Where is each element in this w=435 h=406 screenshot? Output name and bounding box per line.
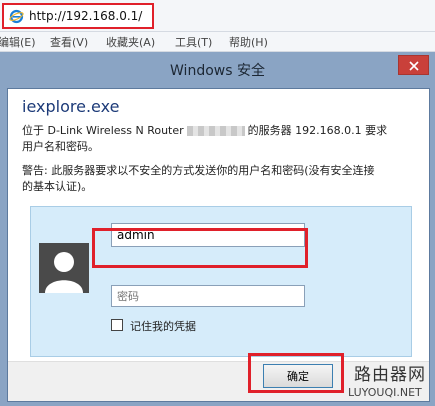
url-text: http://192.168.0.1/ [29,9,143,23]
warning-message: 警告: 此服务器要求以不安全的方式发送你的用户名和密码(没有安全连接 [22,164,375,177]
close-button[interactable] [398,55,429,75]
server-message-suffix: 的服务器 192.168.0.1 要求 [247,124,388,137]
dialog-title-bar[interactable]: Windows 安全 [0,52,435,88]
menu-item-edit[interactable]: 编辑(E) [0,34,36,50]
password-field[interactable] [111,285,305,307]
server-message: 位于 D-Link Wireless N Router 的服务器 192.168.… [22,122,387,138]
server-message-line2: 用户名和密码。 [22,140,99,153]
menu-item-help[interactable]: 帮助(H) [229,34,268,50]
app-name: iexplore.exe [22,97,120,116]
address-bar[interactable]: http://192.168.0.1/ [2,3,154,29]
username-field[interactable] [111,223,305,247]
redacted-model [186,126,245,136]
internet-explorer-icon [9,9,24,24]
menu-bar: 编辑(E) 查看(V) 收藏夹(A) 工具(T) 帮助(H) [0,32,435,52]
ok-button[interactable]: 确定 [263,364,333,388]
dialog-title: Windows 安全 [170,63,265,79]
menu-item-view[interactable]: 查看(V) [50,34,88,50]
close-icon [409,61,419,71]
remember-label: 记住我的凭据 [130,320,196,333]
remember-checkbox[interactable] [111,319,123,331]
server-message-prefix: 位于 D-Link Wireless N Router [22,124,184,137]
dialog-content: iexplore.exe 位于 D-Link Wireless N Router… [7,88,430,402]
watermark-chinese: 路由器网 [354,365,426,385]
warning-message-line2: 的基本认证)。 [22,180,93,193]
credential-panel: 记住我的凭据 [30,206,412,357]
address-bar-row: http://192.168.0.1/ [0,0,435,32]
menu-item-favorites[interactable]: 收藏夹(A) [106,34,155,50]
site-watermark: 路由器网 LUYOUQI.NET [348,360,434,404]
watermark-english: LUYOUQI.NET [348,386,422,399]
windows-security-dialog: Windows 安全 iexplore.exe 位于 D-Link Wirele… [0,52,435,406]
menu-item-tools[interactable]: 工具(T) [175,34,212,50]
user-avatar-icon [39,243,89,293]
